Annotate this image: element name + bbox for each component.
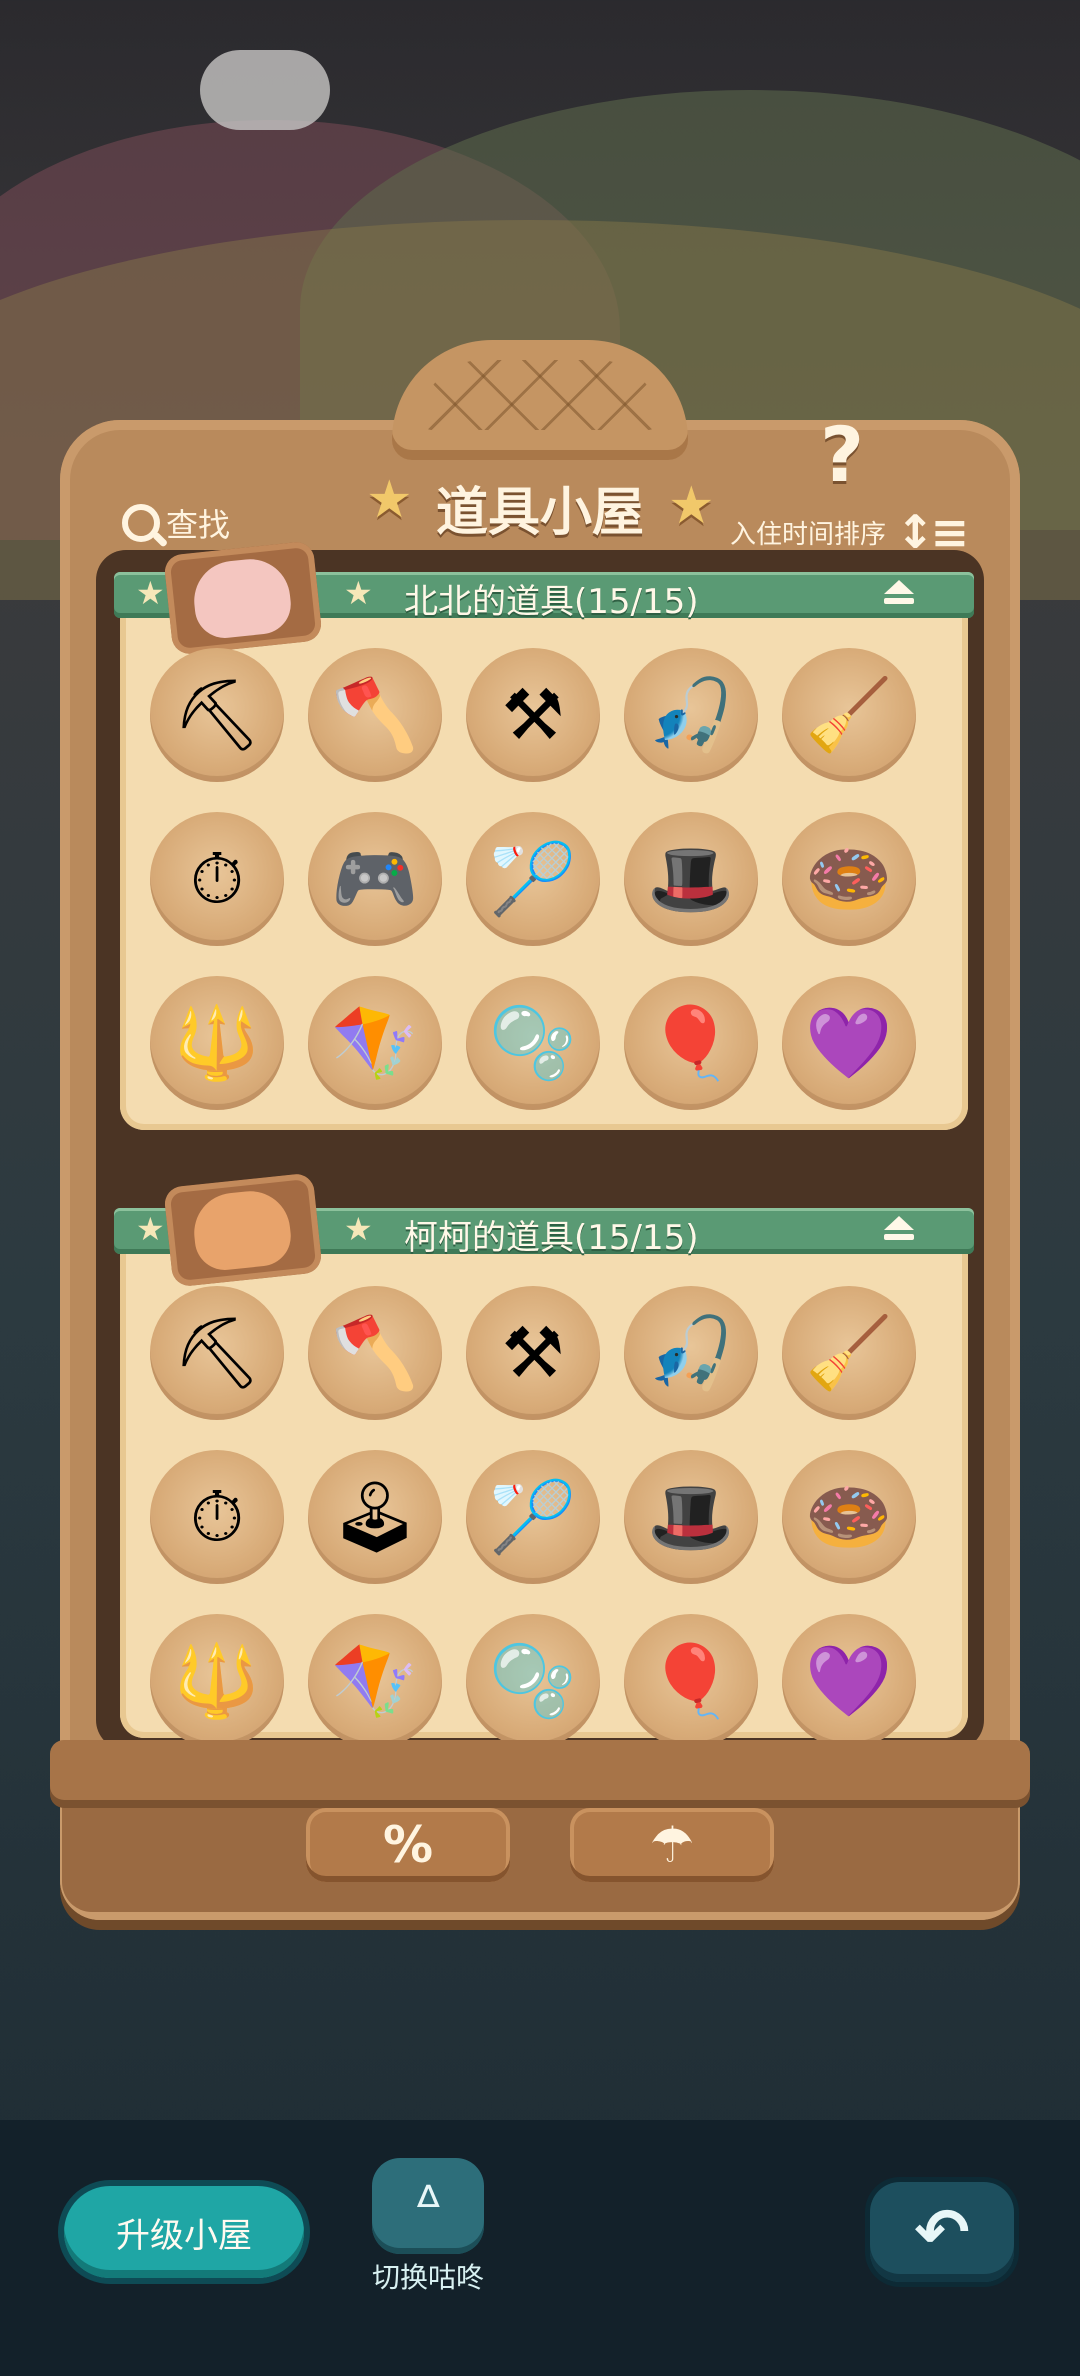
item-slot[interactable]: 🎩 (624, 1450, 758, 1584)
bunny-icon: ᐞ (372, 2158, 484, 2254)
shovel-icon: ⚒ (501, 674, 565, 756)
switch-label: 切换咕咚 (371, 2261, 484, 2294)
item-slot[interactable]: 🪁 (308, 976, 442, 1110)
section-title: 柯柯的道具(15/15) (404, 1218, 699, 1258)
section-title: 北北的道具(15/15) (404, 582, 699, 622)
cabinet-base (62, 1790, 1018, 1912)
collapse-icon[interactable] (884, 580, 914, 608)
rake-icon: 🔱 (173, 1002, 261, 1084)
red-hat-figure-icon: 🎩 (647, 1476, 735, 1558)
shovel-icon: ⚒ (501, 1312, 565, 1394)
fishing-rod-icon: 🎣 (647, 1312, 735, 1394)
sort-label: 入住时间排序 (730, 519, 887, 550)
item-slot[interactable]: 🍩 (782, 812, 916, 946)
umbrella-button[interactable]: ☂ (570, 1808, 774, 1882)
clock-star-tag-icon: ⏱ (189, 1476, 245, 1558)
header-star-icon: ★ (136, 574, 165, 612)
broom-icon: 🧹 (805, 674, 893, 756)
item-slot[interactable]: 🏸 (466, 1450, 600, 1584)
header-star-icon: ★ (136, 1210, 165, 1248)
broom-icon: 🧹 (805, 1312, 893, 1394)
header-star-icon: ★ (344, 574, 373, 612)
item-slot[interactable]: ⏱ (150, 1450, 284, 1584)
item-slot[interactable]: ⛏ (150, 1286, 284, 1420)
item-slot[interactable]: 💜 (782, 1614, 916, 1748)
float-ring-icon: 🍩 (805, 838, 893, 920)
fishing-rod-icon: 🎣 (647, 674, 735, 756)
item-slot[interactable]: 🎣 (624, 648, 758, 782)
item-slot[interactable]: 🎣 (624, 1286, 758, 1420)
avatar-beibei (163, 540, 323, 656)
blue-balloon-icon: 🎈 (647, 1640, 735, 1722)
avatar-keke (163, 1172, 323, 1288)
item-slot[interactable]: 🪁 (308, 1614, 442, 1748)
heart-balloon-icon: 💜 (805, 1002, 893, 1084)
sort-icon: ↕≡ (896, 505, 969, 559)
collapse-icon[interactable] (884, 1216, 914, 1244)
item-slot[interactable]: 🕹 (308, 1450, 442, 1584)
item-slot[interactable]: 🧹 (782, 648, 916, 782)
upgrade-label: 升级小屋 (116, 2215, 252, 2256)
axe-icon: 🪓 (331, 674, 419, 756)
search-label: 查找 (166, 506, 231, 544)
axe-icon: 🪓 (331, 1312, 419, 1394)
item-slot[interactable]: ⏱ (150, 812, 284, 946)
bubble-icon: 🫧 (489, 1640, 577, 1722)
item-slot[interactable]: 🪓 (308, 1286, 442, 1420)
discount-icon: % (382, 1816, 434, 1874)
item-slot[interactable]: 🔱 (150, 976, 284, 1110)
search-icon (122, 504, 160, 542)
header-star-icon: ★ (344, 1210, 373, 1248)
item-slot[interactable]: ⚒ (466, 648, 600, 782)
item-slot[interactable]: 🎈 (624, 1614, 758, 1748)
cabinet-bread-dome (392, 340, 688, 460)
flying-squirrel-glider-icon: 🪁 (331, 1002, 419, 1084)
item-slot[interactable]: 🪓 (308, 648, 442, 782)
search-button[interactable]: 查找 (122, 498, 230, 548)
bug-net-icon: 🏸 (489, 1476, 577, 1558)
rake-icon: 🔱 (173, 1640, 261, 1722)
item-slot[interactable]: ⚒ (466, 1286, 600, 1420)
item-slot[interactable]: 🔱 (150, 1614, 284, 1748)
item-slot[interactable]: 🎈 (624, 976, 758, 1110)
item-slot[interactable]: 🍩 (782, 1450, 916, 1584)
pickaxe-icon: ⛏ (172, 1312, 262, 1394)
right-star-icon: ★ (668, 476, 715, 536)
switch-gudong-button[interactable]: ᐞ 切换咕咚 (364, 2158, 492, 2308)
bubble-icon: 🫧 (489, 1002, 577, 1084)
item-slot[interactable]: ⛏ (150, 648, 284, 782)
back-icon: ↶ (914, 2193, 970, 2271)
item-grid-beibei: ⛏ 🪓 ⚒ 🎣 🧹 ⏱ 🎮 🏸 🎩 🍩 🔱 🪁 🫧 🎈 💜 (150, 648, 916, 1110)
upgrade-house-button[interactable]: 升级小屋 (64, 2186, 304, 2278)
back-button[interactable]: ↶ (870, 2182, 1014, 2282)
item-slot[interactable]: 🧹 (782, 1286, 916, 1420)
pickaxe-icon: ⛏ (172, 674, 262, 756)
item-slot[interactable]: 🏸 (466, 812, 600, 946)
item-slot[interactable]: 🎮 (308, 812, 442, 946)
item-grid-keke: ⛏ 🪓 ⚒ 🎣 🧹 ⏱ 🕹 🏸 🎩 🍩 🔱 🪁 🫧 🎈 💜 (150, 1286, 916, 1748)
float-ring-icon: 🍩 (805, 1476, 893, 1558)
page-title: 道具小屋 (435, 483, 644, 543)
red-game-device-icon: 🕹 (330, 1476, 420, 1558)
help-button[interactable]: ? (820, 410, 864, 499)
cabinet-shelf (50, 1740, 1030, 1800)
item-slot[interactable]: 🫧 (466, 976, 600, 1110)
heart-balloon-icon: 💜 (805, 1640, 893, 1722)
item-slot[interactable]: 💜 (782, 976, 916, 1110)
umbrella-icon: ☂ (649, 1816, 695, 1874)
item-slot[interactable]: 🫧 (466, 1614, 600, 1748)
bug-net-icon: 🏸 (489, 838, 577, 920)
discount-button[interactable]: % (306, 1808, 510, 1882)
item-slot[interactable]: 🎩 (624, 812, 758, 946)
blue-balloon-icon: 🎈 (647, 1002, 735, 1084)
red-hat-figure-icon: 🎩 (647, 838, 735, 920)
orange-game-device-icon: 🎮 (331, 838, 419, 920)
sort-button[interactable]: 入住时间排序 ↕≡ (730, 505, 969, 559)
flying-squirrel-glider-icon: 🪁 (331, 1640, 419, 1722)
clock-star-tag-icon: ⏱ (189, 838, 245, 920)
